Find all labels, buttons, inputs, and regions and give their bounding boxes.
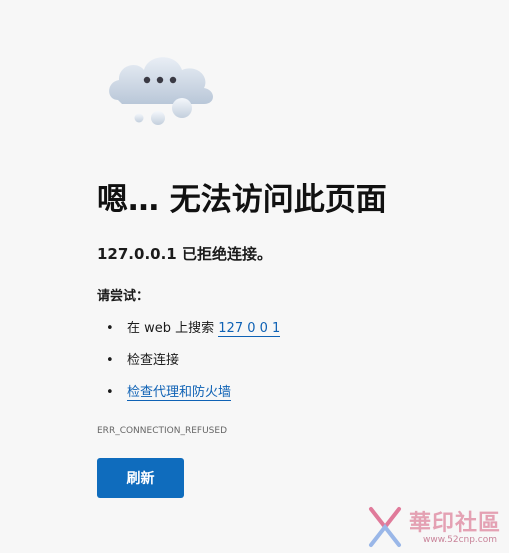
page-title: 嗯… 无法访问此页面 [97,182,387,218]
try-heading: 请尝试： [97,289,150,304]
suggestion-text: 在 web 上搜索 [127,321,219,336]
error-page: 嗯… 无法访问此页面 127.0.0.1 已拒绝连接。 请尝试： • 在 web … [0,0,509,553]
watermark-logo-icon [369,507,401,547]
list-item: • 检查连接 [106,350,280,382]
bullet: • [106,353,114,368]
bullet: • [106,321,114,336]
bullet: • [106,385,114,400]
sad-cloud-icon [104,48,220,132]
error-message: 127.0.0.1 已拒绝连接。 [97,245,272,263]
error-code: ERR_CONNECTION_REFUSED [97,426,227,436]
watermark: 華印社區 www.52cnp.com [365,503,505,551]
search-web-link[interactable]: 127 0 0 1 [218,321,281,337]
check-proxy-firewall-link[interactable]: 检查代理和防火墙 [127,385,232,401]
list-item: • 检查代理和防火墙 [106,382,280,414]
suggestion-text: 检查连接 [127,353,180,368]
suggestion-list: • 在 web 上搜索 127 0 0 1 • 检查连接 • 检查代理和防火墙 [106,318,281,414]
watermark-url: www.52cnp.com [423,535,498,545]
list-item: • 在 web 上搜索 127 0 0 1 [106,318,281,350]
refresh-button[interactable]: 刷新 [97,458,184,498]
watermark-text: 華印社區 [409,510,502,536]
